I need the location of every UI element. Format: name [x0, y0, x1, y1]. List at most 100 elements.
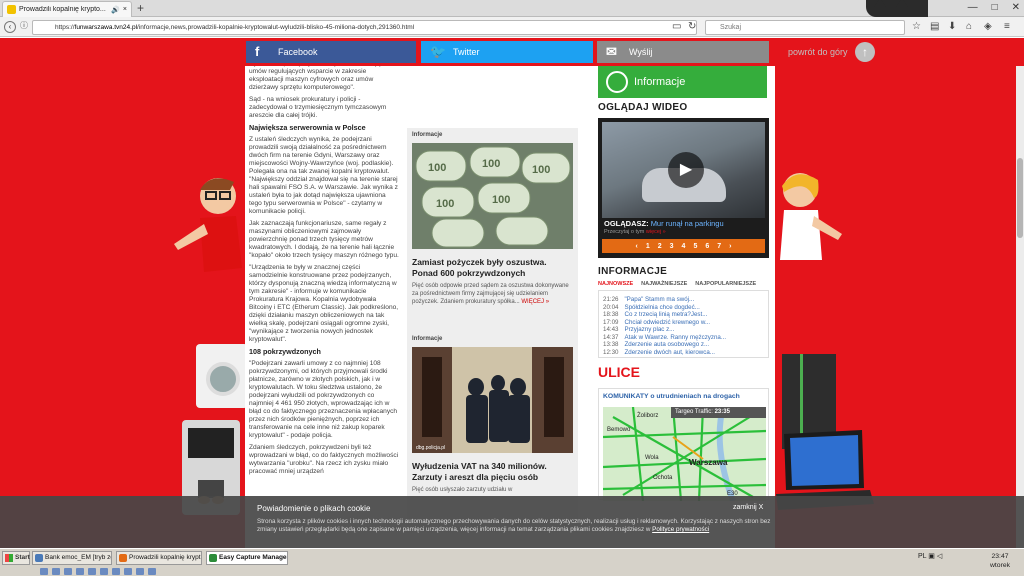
pager-page[interactable]: 1: [646, 243, 650, 250]
clock[interactable]: 23:47 wtorek: [990, 552, 1010, 570]
cartoon-kid-left-illustration: [174, 178, 242, 272]
quick-launch-icon[interactable]: [100, 568, 108, 575]
news-title[interactable]: Spółdzielnia chce dogdeć...: [624, 304, 699, 312]
pager-prev[interactable]: ‹: [635, 243, 637, 250]
video-player[interactable]: ▶ OGLĄDASZ: Mur runął na parkingu Przecz…: [598, 118, 769, 258]
close-window-icon[interactable]: ✕: [1012, 0, 1020, 16]
pager-page[interactable]: 4: [682, 243, 686, 250]
list-item[interactable]: 13:38 Zderzenie auta osobowego z...: [603, 341, 764, 349]
pager-page[interactable]: 7: [717, 243, 721, 250]
quick-launch-icon[interactable]: [64, 568, 72, 575]
traffic-widget[interactable]: KOMUNIKATY o utrudnieniach na drogach Żo…: [598, 388, 769, 501]
network-icon[interactable]: ▣: [928, 553, 935, 560]
home-icon[interactable]: ⌂: [966, 21, 972, 33]
news-title[interactable]: Co z trzecią linią metra?Jest...: [624, 311, 707, 319]
system-tray: PL ▣ ◁: [918, 551, 942, 563]
taskbar-item-bank[interactable]: Bank emoc_EM [tryb zgo...: [32, 551, 112, 565]
tab-najpopularniejsze[interactable]: NAJPOPULARNIEJSZE: [695, 281, 756, 287]
back-arrow-icon[interactable]: ‹: [4, 21, 16, 33]
bookmark-star-icon[interactable]: ☆: [912, 21, 921, 33]
quick-launch-icon[interactable]: [124, 568, 132, 575]
arrow-up-icon[interactable]: ↑: [855, 42, 875, 62]
cookie-close-button[interactable]: zamknij X: [733, 504, 763, 511]
news-title[interactable]: Chciał odwiedzić krewnego w...: [624, 319, 710, 327]
pager-page[interactable]: 2: [658, 243, 662, 250]
informacje-button[interactable]: Informacje: [598, 66, 767, 98]
browser-tab[interactable]: Prowadzili kopalnię krypto... 🔊 ×: [2, 1, 132, 17]
card-category: Informacje: [412, 132, 443, 138]
quick-launch-icon[interactable]: [52, 568, 60, 575]
list-item[interactable]: 17:09 Chciał odwiedzić krewnego w...: [603, 319, 764, 327]
play-icon[interactable]: ▶: [668, 152, 704, 188]
start-button[interactable]: Start: [2, 551, 30, 565]
quick-launch-icon[interactable]: [148, 568, 156, 575]
card-excerpt: Pięć osób odpowie przed sądem za oszustw…: [407, 282, 578, 306]
video-caption-title[interactable]: Mur runął na parkingu: [651, 219, 724, 228]
quick-launch-icon[interactable]: [136, 568, 144, 575]
streets-section-title: ULICE: [598, 364, 640, 380]
news-title[interactable]: Zderzenie dwóch aut, kierowca...: [624, 349, 714, 357]
search-input[interactable]: Szukaj: [705, 20, 905, 35]
share-bar: f Facebook 🐦 Twitter ✉ Wyślij powrót do gór…: [0, 38, 1024, 66]
traffic-title[interactable]: KOMUNIKATY o utrudnieniach na drogach: [603, 393, 740, 400]
list-item[interactable]: 14:43 Przyjazny plac z...: [603, 326, 764, 334]
list-item[interactable]: 14:37 Atak w Wawrze. Ranny mężczyzna...: [603, 334, 764, 342]
facebook-share-button[interactable]: f Facebook: [246, 41, 416, 63]
privacy-policy-link[interactable]: Polityce prywatności: [652, 526, 709, 533]
card-title[interactable]: Wyłudzenia VAT na 340 milionów. Zarzuty …: [407, 455, 578, 486]
card-more-link[interactable]: WIĘCEJ »: [521, 299, 549, 305]
quick-launch-icon[interactable]: [40, 568, 48, 575]
page-scrollbar[interactable]: [1016, 38, 1024, 548]
list-item[interactable]: 18:38 Co z trzecią linią metra?Jest...: [603, 311, 764, 319]
list-item[interactable]: 20:04 Spółdzielnia chce dogdeć...: [603, 304, 764, 312]
news-title[interactable]: Atak w Wawrze. Ranny mężczyzna...: [624, 334, 726, 342]
tab-najwazniejsze[interactable]: NAJWAŻNIEJSZE: [641, 281, 687, 287]
news-title[interactable]: Zderzenie auta osobowego z...: [624, 341, 709, 349]
news-title[interactable]: "Papa" Stamm ma swój...: [624, 296, 694, 304]
tab-najnowsze[interactable]: NAJNOWSZE: [598, 281, 633, 287]
related-article-card[interactable]: Informacje 100 100 100 100 100 Zamiast po: [407, 128, 578, 360]
twitter-share-button[interactable]: 🐦 Twitter: [421, 41, 593, 63]
new-tab-button[interactable]: +: [137, 2, 144, 14]
address-bar[interactable]: https://funwarszawa.tvn24.pl/informacje,…: [32, 20, 697, 35]
language-indicator[interactable]: PL: [918, 553, 926, 560]
quick-launch-icon[interactable]: [88, 568, 96, 575]
mail-share-button[interactable]: ✉ Wyślij: [597, 41, 769, 63]
minimize-icon[interactable]: —: [968, 0, 978, 16]
quick-launch-icon[interactable]: [76, 568, 84, 575]
volume-icon[interactable]: ◁: [937, 553, 942, 560]
pager-next[interactable]: ›: [729, 243, 731, 250]
list-item[interactable]: 21:26 "Papa" Stamm ma swój...: [603, 296, 764, 304]
news-time: 20:04: [603, 303, 619, 311]
pager-page[interactable]: 6: [705, 243, 709, 250]
scrollbar-thumb[interactable]: [1017, 158, 1023, 238]
pager-page[interactable]: 3: [670, 243, 674, 250]
maximize-icon[interactable]: □: [992, 0, 998, 16]
taskbar-item-easy-capture[interactable]: Easy Capture Manager: [206, 551, 288, 565]
news-title[interactable]: Przyjazny plac z...: [624, 326, 674, 334]
quick-launch-icon[interactable]: [112, 568, 120, 575]
video-caption: OGLĄDASZ: Mur runął na parkingu: [604, 219, 724, 228]
pager-page[interactable]: 5: [693, 243, 697, 250]
library-icon[interactable]: ▤: [930, 21, 939, 33]
download-icon[interactable]: ⬇: [948, 21, 956, 33]
list-item[interactable]: 12:30 Zderzenie dwóch aut, kierowca...: [603, 349, 764, 357]
taskbar-item-browser[interactable]: Prowadzili kopalnię krypt...: [116, 551, 202, 565]
video-more-link[interactable]: więcej »: [646, 229, 666, 235]
tab-close-icon[interactable]: ×: [123, 6, 127, 13]
reader-view-icon[interactable]: ▭: [672, 21, 681, 33]
browser-theme-cat-decoration: [866, 0, 928, 17]
reload-icon[interactable]: ↻: [688, 21, 696, 33]
card-title[interactable]: Zamiast pożyczek były oszustwa. Ponad 60…: [407, 251, 578, 282]
traffic-time: 23:35: [714, 409, 730, 415]
tab-audio-icon[interactable]: 🔊: [111, 6, 120, 14]
info-icon[interactable]: ⓘ: [18, 21, 30, 33]
pocket-icon[interactable]: ◈: [984, 21, 992, 33]
news-tabs: NAJNOWSZE NAJWAŻNIEJSZE NAJPOPULARNIEJSZ…: [598, 281, 756, 287]
article-paragraph: "Podejrzani zawarli umowy z co najmniej …: [249, 360, 398, 439]
menu-hamburger-icon[interactable]: ≡: [1004, 21, 1010, 33]
traffic-map[interactable]: Żoliborz Bemowo Wola Warszawa Ochota E30…: [603, 407, 766, 501]
news-time: 12:30: [603, 348, 619, 356]
informacje-label: Informacje: [634, 76, 686, 88]
back-to-top-link[interactable]: powrót do góry: [788, 42, 848, 62]
